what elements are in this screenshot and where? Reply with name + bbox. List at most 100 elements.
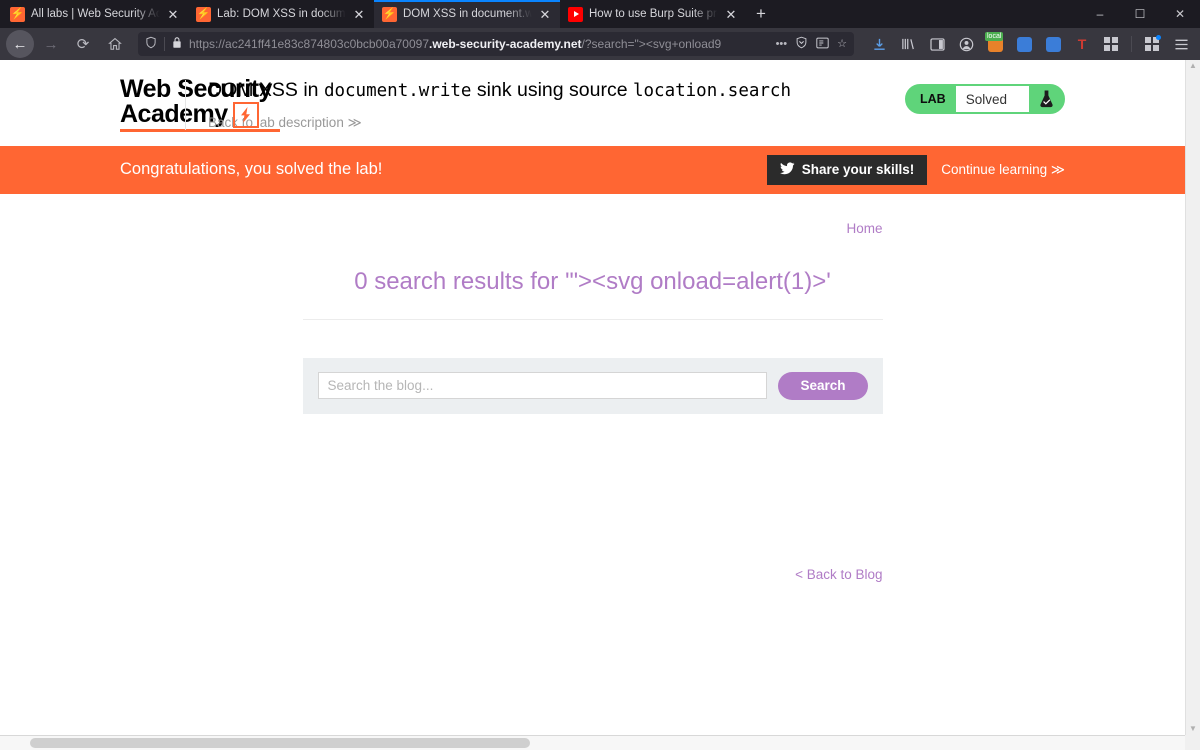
lock-icon[interactable] bbox=[172, 36, 182, 52]
logo-line-1: Web Security bbox=[120, 75, 272, 103]
academy-logo[interactable]: Web Security Academy bbox=[0, 75, 280, 132]
browser-tab-1[interactable]: ⚡ All labs | Web Security Academy ✕ bbox=[2, 0, 188, 28]
text-tool-icon[interactable]: T bbox=[1069, 31, 1095, 57]
tab-strip: ⚡ All labs | Web Security Academy ✕ ⚡ La… bbox=[0, 0, 776, 28]
maximize-button[interactable]: ☐ bbox=[1120, 0, 1160, 28]
horizontal-scrollbar[interactable] bbox=[0, 735, 1200, 750]
address-bar-icons: ••• ☆ bbox=[776, 36, 847, 52]
status-badge-key: LAB bbox=[920, 92, 946, 106]
content-inner: Home 0 search results for '"><svg onload… bbox=[302, 194, 883, 584]
tab-title: DOM XSS in document.write sink bbox=[403, 8, 532, 20]
lab-header: Web Security Academy DOM XSS in document… bbox=[0, 60, 1185, 146]
toolbar-divider bbox=[1131, 36, 1132, 52]
flask-icon bbox=[1029, 86, 1063, 112]
forward-button-icon[interactable]: → bbox=[36, 30, 66, 58]
extension-blue-1-glyph bbox=[1016, 36, 1032, 52]
back-to-blog: < Back to Blog bbox=[303, 414, 882, 584]
scroll-up-arrow-icon[interactable]: ▲ bbox=[1189, 62, 1197, 70]
scrollbar-corner bbox=[1185, 735, 1200, 750]
back-to-blog-link[interactable]: < Back to Blog bbox=[795, 567, 882, 582]
tracking-shield-icon[interactable] bbox=[145, 36, 157, 52]
breadcrumb-home-link[interactable]: Home bbox=[846, 221, 882, 236]
lab-title: DOM XSS in document.write sink using sou… bbox=[208, 78, 905, 103]
breadcrumb: Home bbox=[303, 220, 882, 238]
lab-status: LAB Solved bbox=[905, 78, 1185, 114]
vertical-scrollbar[interactable]: ▲ ▼ bbox=[1185, 60, 1200, 735]
share-your-skills-button[interactable]: Share your skills! bbox=[766, 154, 928, 185]
browser-tab-3-active[interactable]: ⚡ DOM XSS in document.write sink ✕ bbox=[374, 0, 560, 28]
pocket-save-icon[interactable] bbox=[795, 36, 808, 52]
psw-bolt-icon: ⚡ bbox=[10, 6, 25, 22]
blog-content: Home 0 search results for '"><svg onload… bbox=[0, 194, 1185, 584]
psw-bolt-icon: ⚡ bbox=[196, 6, 211, 22]
extension-blue-1-icon[interactable] bbox=[1011, 31, 1037, 57]
address-bar[interactable]: https://ac241ff41e83c874803c0bcb00a70097… bbox=[138, 32, 854, 56]
browser-toolbar-icons: local T bbox=[862, 31, 1194, 57]
search-results-heading: 0 search results for '"><svg onload=aler… bbox=[302, 238, 883, 320]
horizontal-scrollbar-thumb[interactable] bbox=[30, 738, 530, 748]
browser-titlebar: ⚡ All labs | Web Security Academy ✕ ⚡ La… bbox=[0, 0, 1200, 28]
tab-close-icon[interactable]: ✕ bbox=[352, 8, 366, 21]
page-viewport: Web Security Academy DOM XSS in document… bbox=[0, 60, 1200, 750]
psw-bolt-icon: ⚡ bbox=[382, 6, 397, 22]
browser-window: ⚡ All labs | Web Security Academy ✕ ⚡ La… bbox=[0, 0, 1200, 750]
youtube-icon bbox=[568, 6, 583, 22]
lightning-bolt-icon bbox=[232, 101, 259, 128]
address-divider bbox=[164, 37, 165, 51]
minimize-button[interactable]: – bbox=[1080, 0, 1120, 28]
reload-button-icon[interactable]: ⟳ bbox=[68, 30, 98, 58]
extensions-puzzle-icon[interactable] bbox=[1139, 31, 1165, 57]
url-prefix: https://ac241ff41e83c874803c0bcb00a70097 bbox=[189, 37, 429, 51]
bookmark-star-icon[interactable]: ☆ bbox=[837, 38, 847, 50]
browser-navbar: ← → ⟳ https://ac241ff41e83c874803c0bcb00… bbox=[0, 28, 1200, 60]
library-icon[interactable] bbox=[895, 31, 921, 57]
extension-blue-2-glyph bbox=[1045, 36, 1061, 52]
page-actions-icon[interactable]: ••• bbox=[776, 38, 788, 50]
lab-title-part-4: location.search bbox=[632, 81, 792, 101]
search-button[interactable]: Search bbox=[778, 371, 868, 400]
apps-grid-icon[interactable] bbox=[1098, 31, 1124, 57]
downloads-icon[interactable] bbox=[866, 31, 892, 57]
home-button-icon[interactable] bbox=[100, 30, 130, 58]
text-tool-glyph: T bbox=[1077, 36, 1087, 52]
banner-message: Congratulations, you solved the lab! bbox=[120, 160, 383, 179]
close-button[interactable]: ✕ bbox=[1160, 0, 1200, 28]
browser-tab-2[interactable]: ⚡ Lab: DOM XSS in document.write ✕ bbox=[188, 0, 374, 28]
tab-close-icon[interactable]: ✕ bbox=[724, 8, 738, 21]
back-button-icon[interactable]: ← bbox=[6, 30, 34, 58]
tab-title: How to use Burp Suite projects bbox=[589, 8, 718, 20]
lab-title-part-2: document.write bbox=[323, 81, 472, 101]
tab-close-icon[interactable]: ✕ bbox=[538, 8, 552, 21]
continue-learning-link[interactable]: Continue learning ≫ bbox=[941, 162, 1065, 178]
twitter-bird-icon bbox=[779, 162, 795, 178]
window-controls: – ☐ ✕ bbox=[1080, 0, 1200, 28]
url-host: .web-security-academy.net bbox=[429, 37, 582, 51]
local-badge: local bbox=[985, 32, 1004, 41]
solved-banner: Congratulations, you solved the lab! Sha… bbox=[0, 145, 1185, 194]
share-label: Share your skills! bbox=[801, 162, 915, 178]
url-text: https://ac241ff41e83c874803c0bcb00a70097… bbox=[189, 37, 769, 51]
status-badge-value: Solved bbox=[955, 86, 1029, 112]
tab-close-icon[interactable]: ✕ bbox=[166, 8, 180, 21]
search-input[interactable] bbox=[317, 372, 768, 400]
account-icon[interactable] bbox=[953, 31, 979, 57]
local-extension-icon[interactable]: local bbox=[982, 31, 1008, 57]
tab-title: Lab: DOM XSS in document.write bbox=[217, 8, 346, 20]
back-to-lab-description-link[interactable]: Back to lab description ≫ bbox=[208, 115, 362, 131]
extension-update-dot bbox=[1156, 35, 1161, 40]
blog-search-form: Search bbox=[302, 357, 883, 414]
browser-tab-4[interactable]: How to use Burp Suite projects ✕ bbox=[560, 0, 746, 28]
lab-title-part-3: sink using source bbox=[471, 79, 633, 101]
tab-title: All labs | Web Security Academy bbox=[31, 8, 160, 20]
app-menu-icon[interactable] bbox=[1168, 31, 1194, 57]
lab-meta: DOM XSS in document.write sink using sou… bbox=[186, 78, 905, 132]
reader-mode-icon[interactable] bbox=[816, 37, 829, 52]
extension-blue-2-icon[interactable] bbox=[1040, 31, 1066, 57]
new-tab-button[interactable]: + bbox=[746, 0, 776, 28]
lab-title-part-1: DOM XSS in bbox=[208, 79, 324, 101]
url-path: /?search="><svg+onload9 bbox=[581, 37, 722, 51]
apps-grid-glyph bbox=[1104, 37, 1118, 51]
scroll-down-arrow-icon[interactable]: ▼ bbox=[1189, 725, 1197, 733]
status-badge: LAB Solved bbox=[905, 84, 1065, 114]
sidebar-icon[interactable] bbox=[924, 31, 950, 57]
